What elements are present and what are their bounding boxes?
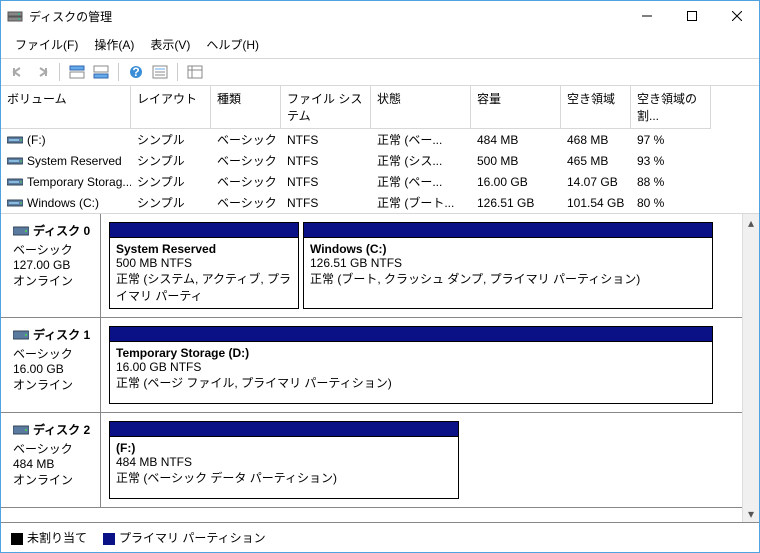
disk-size: 16.00 GB: [13, 362, 94, 376]
volume-name: (F:): [27, 133, 46, 147]
disk-row: ディスク 0 ベーシック127.00 GBオンライン System Reserved…: [1, 214, 742, 318]
partition-name: Temporary Storage (D:): [116, 346, 706, 360]
app-icon: [7, 8, 23, 24]
volume-name: System Reserved: [27, 154, 122, 168]
disk-state: オンライン: [13, 376, 94, 393]
col-status[interactable]: 状態: [371, 86, 471, 129]
volume-list: ボリューム レイアウト 種類 ファイル システム 状態 容量 空き領域 空き領域…: [1, 86, 759, 214]
table-row[interactable]: System ReservedシンプルベーシックNTFS正常 (シス...500…: [1, 150, 759, 171]
partition-status: 正常 (ベーシック データ パーティション): [116, 469, 452, 486]
volume-name: Temporary Storag...: [27, 175, 131, 189]
view-bottom-button[interactable]: [90, 61, 112, 83]
menu-help[interactable]: ヘルプ(H): [198, 33, 267, 56]
partition-name: Windows (C:): [310, 242, 706, 256]
menu-action[interactable]: 操作(A): [86, 33, 142, 56]
col-fs[interactable]: ファイル システム: [281, 86, 371, 129]
legend-primary: プライマリ パーティション: [103, 529, 266, 546]
legend: 未割り当て プライマリ パーティション: [1, 522, 759, 552]
scrollbar[interactable]: ▴ ▾: [742, 214, 759, 522]
partition-name: (F:): [116, 441, 452, 455]
disk-size: 127.00 GB: [13, 258, 94, 272]
list-header: ボリューム レイアウト 種類 ファイル システム 状態 容量 空き領域 空き領域…: [1, 86, 759, 129]
disk-icon: ディスク 1: [13, 326, 94, 343]
volume-name: Windows (C:): [27, 196, 99, 210]
partition[interactable]: (F:)484 MB NTFS正常 (ベーシック データ パーティション): [109, 421, 459, 499]
partition-size: 484 MB NTFS: [116, 455, 452, 469]
table-row[interactable]: Temporary Storag...シンプルベーシックNTFS正常 (ペー..…: [1, 171, 759, 192]
disk-type: ベーシック: [13, 345, 94, 362]
toolbar: ?: [1, 59, 759, 86]
col-pct[interactable]: 空き領域の割...: [631, 86, 711, 129]
disk-area: ディスク 0ベーシック127.00 GBオンラインSystem Reserved…: [1, 214, 759, 522]
disk-icon: ディスク 2: [13, 421, 94, 438]
menu-view[interactable]: 表示(V): [142, 33, 198, 56]
disk-state: オンライン: [13, 471, 94, 488]
legend-unallocated: 未割り当て: [11, 529, 87, 546]
col-type[interactable]: 種類: [211, 86, 281, 129]
menubar: ファイル(F) 操作(A) 表示(V) ヘルプ(H): [1, 31, 759, 59]
separator: [118, 63, 119, 81]
disk-icon: ディスク 0: [13, 222, 94, 239]
col-volume[interactable]: ボリューム: [1, 86, 131, 129]
window-title: ディスクの管理: [29, 8, 624, 25]
minimize-button[interactable]: [624, 1, 669, 31]
separator: [177, 63, 178, 81]
partition[interactable]: System Reserved500 MB NTFS正常 (システム, アクティ…: [109, 222, 299, 309]
close-button[interactable]: [714, 1, 759, 31]
titlebar: ディスクの管理: [1, 1, 759, 31]
partition[interactable]: Temporary Storage (D:)16.00 GB NTFS正常 (ペ…: [109, 326, 713, 404]
disk-row: ディスク 1 ベーシック16.00 GBオンライン Temporary Storag…: [1, 318, 742, 413]
maximize-button[interactable]: [669, 1, 714, 31]
disk-size: 484 MB: [13, 457, 94, 471]
list-button[interactable]: [184, 61, 206, 83]
scroll-up-icon[interactable]: ▴: [743, 214, 759, 231]
partition-status: 正常 (ページ ファイル, プライマリ パーティション): [116, 374, 706, 391]
col-capacity[interactable]: 容量: [471, 86, 561, 129]
back-button[interactable]: [7, 61, 29, 83]
col-layout[interactable]: レイアウト: [131, 86, 211, 129]
properties-button[interactable]: [149, 61, 171, 83]
svg-text:?: ?: [132, 65, 139, 79]
disk-type: ベーシック: [13, 241, 94, 258]
partition-size: 126.51 GB NTFS: [310, 256, 706, 270]
help-button[interactable]: ?: [125, 61, 147, 83]
disk-state: オンライン: [13, 272, 94, 289]
separator: [59, 63, 60, 81]
window-controls: [624, 1, 759, 31]
table-row[interactable]: Windows (C:)シンプルベーシックNTFS正常 (ブート...126.5…: [1, 192, 759, 213]
scroll-down-icon[interactable]: ▾: [743, 505, 759, 522]
disk-type: ベーシック: [13, 440, 94, 457]
partition-name: System Reserved: [116, 242, 292, 256]
partition-size: 500 MB NTFS: [116, 256, 292, 270]
partition-status: 正常 (システム, アクティブ, プライマリ パーティ: [116, 270, 292, 304]
col-free[interactable]: 空き領域: [561, 86, 631, 129]
forward-button[interactable]: [31, 61, 53, 83]
disk-row: ディスク 2 ベーシック484 MBオンライン (F:)484 MB NTFS正常 …: [1, 413, 742, 508]
partition-size: 16.00 GB NTFS: [116, 360, 706, 374]
menu-file[interactable]: ファイル(F): [7, 33, 86, 56]
partition-status: 正常 (ブート, クラッシュ ダンプ, プライマリ パーティション): [310, 270, 706, 287]
partition[interactable]: Windows (C:)126.51 GB NTFS正常 (ブート, クラッシュ…: [303, 222, 713, 309]
table-row[interactable]: (F:)シンプルベーシックNTFS正常 (ベー...484 MB468 MB97…: [1, 129, 759, 150]
view-top-button[interactable]: [66, 61, 88, 83]
